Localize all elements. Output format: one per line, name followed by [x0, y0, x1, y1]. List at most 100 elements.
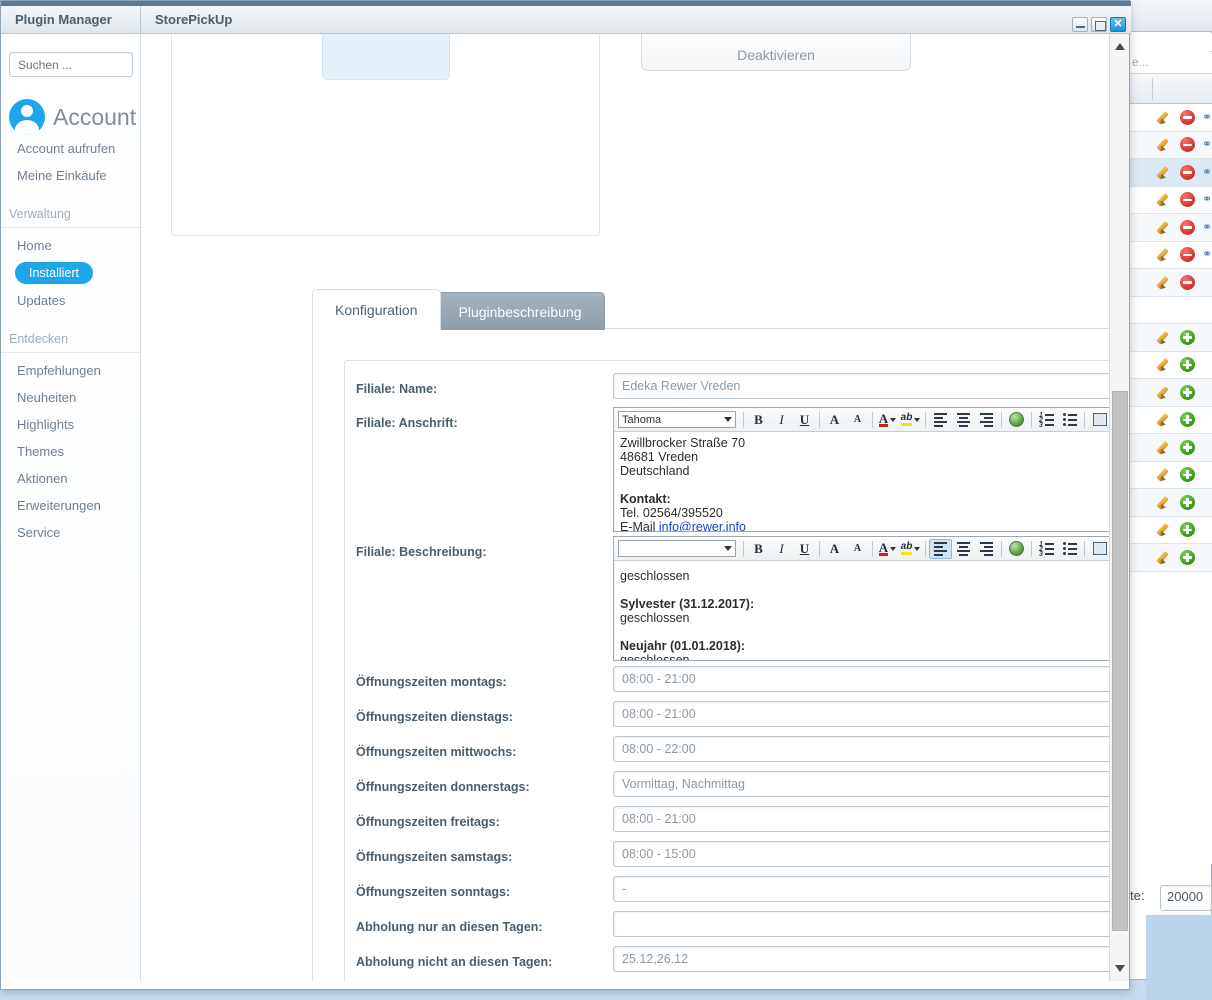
add-icon[interactable] [1180, 329, 1195, 345]
anschrift-editor-body[interactable]: Zwillbrocker Straße 70 48681 Vreden Deut… [614, 432, 1110, 531]
pencil-icon[interactable] [1158, 412, 1173, 427]
minimize-icon[interactable] [1072, 17, 1088, 32]
table-row[interactable]: ⚭ [1130, 159, 1212, 187]
add-icon[interactable] [1180, 412, 1195, 428]
align-left-icon[interactable] [929, 538, 952, 559]
link-icon[interactable]: ⚭ [1202, 138, 1212, 151]
background-bottom-input[interactable]: 20000 [1160, 885, 1212, 911]
window-tab-plugin-manager[interactable]: Plugin Manager [1, 6, 141, 34]
pencil-icon[interactable] [1158, 550, 1173, 565]
table-row[interactable]: ⚭ [1130, 214, 1212, 242]
remove-icon[interactable] [1180, 164, 1195, 180]
add-icon[interactable] [1180, 384, 1195, 400]
edit-source-icon[interactable] [1088, 539, 1110, 559]
align-right-icon[interactable] [975, 539, 998, 559]
bullet-list-icon[interactable] [1058, 539, 1081, 559]
link-icon[interactable]: ⚭ [1202, 110, 1212, 124]
bold-icon[interactable]: B [747, 410, 770, 430]
table-row[interactable] [1130, 297, 1212, 324]
highlight-color-icon[interactable]: ab [899, 539, 922, 559]
pencil-icon[interactable] [1158, 357, 1173, 372]
pencil-icon[interactable] [1158, 275, 1173, 290]
tab-konfiguration[interactable]: Konfiguration [312, 289, 441, 330]
link-icon[interactable]: ⚭ [1202, 193, 1212, 206]
sidebar-item-aktionen[interactable]: Aktionen [1, 465, 140, 492]
scroll-up-icon[interactable] [1115, 43, 1125, 50]
field-input[interactable] [613, 876, 1110, 902]
anschrift-email-link[interactable]: info@rewer.info [659, 520, 746, 531]
add-icon[interactable] [1180, 549, 1195, 565]
align-center-icon[interactable] [952, 410, 975, 430]
search-input[interactable] [9, 52, 133, 77]
add-icon[interactable] [1180, 522, 1195, 538]
sidebar-item-meine-einkaeufe[interactable]: Meine Einkäufe [1, 162, 140, 189]
maximize-icon[interactable] [1091, 17, 1107, 32]
pencil-icon[interactable] [1158, 165, 1173, 180]
add-icon[interactable] [1180, 494, 1195, 510]
table-row[interactable]: ⚭ [1130, 131, 1212, 159]
underline-icon[interactable]: U [793, 410, 816, 430]
deactivate-button[interactable]: Deaktivieren [641, 34, 911, 71]
add-icon[interactable] [1180, 357, 1195, 373]
scroll-down-icon[interactable] [1115, 965, 1125, 972]
italic-icon[interactable]: I [770, 539, 793, 559]
remove-icon[interactable] [1180, 192, 1195, 208]
italic-icon[interactable]: I [770, 410, 793, 430]
align-left-icon[interactable] [929, 410, 952, 430]
field-input[interactable] [613, 841, 1110, 867]
field-input[interactable] [613, 666, 1110, 692]
remove-icon[interactable] [1180, 219, 1195, 235]
pencil-icon[interactable] [1158, 192, 1173, 207]
pencil-icon[interactable] [1158, 247, 1173, 262]
background-search-input[interactable]: e... [1130, 52, 1212, 74]
filiale-name-input[interactable] [613, 373, 1110, 399]
font-color-icon[interactable]: A [876, 539, 899, 559]
pencil-icon[interactable] [1158, 467, 1173, 482]
decrease-font-size-icon[interactable]: A [846, 410, 869, 430]
field-input[interactable] [613, 946, 1110, 972]
pencil-icon[interactable] [1158, 110, 1173, 125]
field-input[interactable] [613, 771, 1110, 797]
remove-icon[interactable] [1180, 109, 1195, 125]
font-color-icon[interactable]: A [876, 410, 899, 430]
add-icon[interactable] [1180, 467, 1195, 483]
link-icon[interactable]: ⚭ [1202, 248, 1212, 261]
table-row[interactable]: ⚭ [1130, 187, 1212, 214]
bold-icon[interactable]: B [747, 539, 770, 559]
main-scrollbar[interactable] [1109, 34, 1129, 981]
edit-source-icon[interactable] [1088, 410, 1110, 430]
underline-icon[interactable]: U [793, 539, 816, 559]
pencil-icon[interactable] [1158, 440, 1173, 455]
remove-icon[interactable] [1180, 247, 1195, 263]
sidebar-item-home[interactable]: Home [1, 232, 140, 259]
table-row[interactable] [1130, 379, 1212, 407]
table-row[interactable] [1130, 434, 1212, 462]
tab-pluginbeschreibung[interactable]: Pluginbeschreibung [435, 292, 605, 330]
table-row[interactable] [1130, 407, 1212, 434]
table-row[interactable] [1130, 517, 1212, 544]
increase-font-size-icon[interactable]: A [823, 539, 846, 559]
sidebar-item-account-aufrufen[interactable]: Account aufrufen [1, 135, 140, 162]
globe-link-icon[interactable] [1005, 539, 1028, 559]
sidebar-item-neuheiten[interactable]: Neuheiten [1, 384, 140, 411]
field-input[interactable] [613, 701, 1110, 727]
sidebar-item-service[interactable]: Service [1, 519, 140, 546]
pencil-icon[interactable] [1158, 137, 1173, 152]
link-icon[interactable]: ⚭ [1202, 220, 1212, 234]
pencil-icon[interactable] [1158, 522, 1173, 537]
field-input[interactable] [613, 911, 1110, 937]
globe-link-icon[interactable] [1005, 410, 1028, 430]
pencil-icon[interactable] [1158, 220, 1173, 235]
font-family-select[interactable]: Tahoma [618, 411, 736, 428]
table-row[interactable] [1130, 489, 1212, 517]
field-input[interactable] [613, 806, 1110, 832]
numbered-list-icon[interactable]: 123 [1035, 410, 1058, 430]
table-row[interactable] [1130, 352, 1212, 379]
table-row[interactable] [1130, 544, 1212, 572]
close-icon[interactable]: ✕ [1110, 17, 1126, 32]
sidebar-item-installiert[interactable]: Installiert [15, 262, 94, 284]
sidebar-item-themes[interactable]: Themes [1, 438, 140, 465]
bullet-list-icon[interactable] [1058, 410, 1081, 430]
pencil-icon[interactable] [1158, 330, 1173, 345]
beschreibung-editor-body[interactable]: geschlossen Sylvester (31.12.2017): gesc… [614, 561, 1110, 660]
